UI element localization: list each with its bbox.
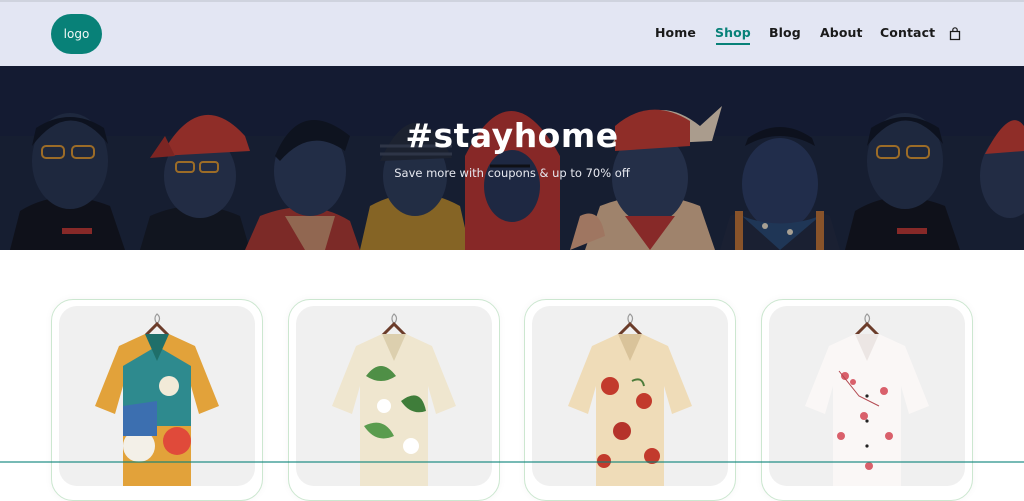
product-image[interactable] bbox=[296, 306, 492, 486]
product-card[interactable] bbox=[51, 299, 263, 501]
hero-illustration bbox=[0, 66, 1024, 250]
shirt-green-leaf-floral-image bbox=[332, 313, 456, 486]
site-header: logo Home Shop Blog About Contact bbox=[0, 2, 1024, 66]
main-nav: Home Shop Blog About Contact bbox=[0, 2, 1024, 66]
nav-shop[interactable]: Shop bbox=[715, 25, 751, 45]
shirt-white-cherry-blossom-image bbox=[805, 313, 929, 486]
product-image[interactable] bbox=[769, 306, 965, 486]
hero-banner: #stayhome Save more with coupons & up to… bbox=[0, 66, 1024, 250]
nav-about[interactable]: About bbox=[820, 25, 863, 40]
hero-title: #stayhome bbox=[405, 116, 619, 155]
nav-contact[interactable]: Contact bbox=[880, 25, 935, 40]
shopping-bag-icon[interactable] bbox=[949, 27, 961, 41]
hero-subtitle: Save more with coupons & up to 70% off bbox=[394, 166, 630, 180]
product-grid bbox=[0, 250, 1024, 501]
product-image[interactable] bbox=[532, 306, 728, 486]
product-card[interactable] bbox=[761, 299, 973, 501]
nav-blog[interactable]: Blog bbox=[769, 25, 801, 40]
product-image[interactable] bbox=[59, 306, 255, 486]
shirt-patchwork-floral-image bbox=[95, 313, 219, 486]
shirt-red-floral-image bbox=[568, 313, 692, 486]
nav-home[interactable]: Home bbox=[655, 25, 696, 40]
product-card[interactable] bbox=[524, 299, 736, 501]
product-card[interactable] bbox=[288, 299, 500, 501]
